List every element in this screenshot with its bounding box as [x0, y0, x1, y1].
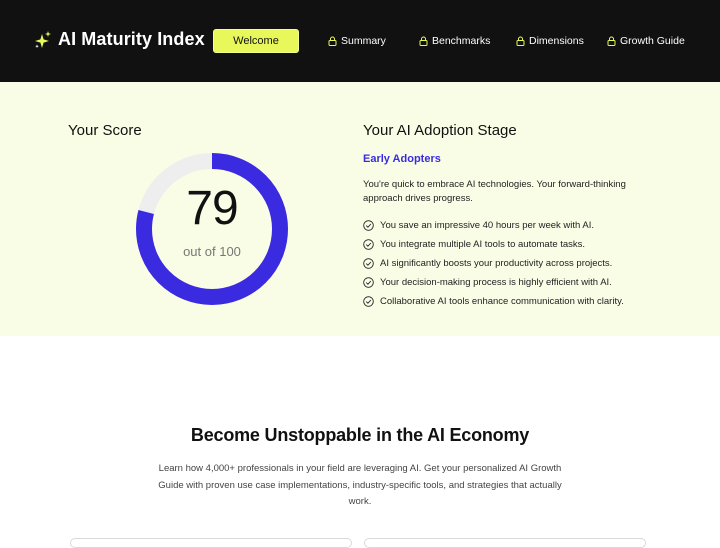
growth-card — [364, 538, 646, 548]
nav-growth-guide[interactable]: Growth Guide — [607, 35, 685, 47]
top-navbar: AI Maturity Index Welcome Summary Benchm… — [0, 0, 720, 82]
lock-icon — [328, 36, 337, 46]
benefit-text: You save an impressive 40 hours per week… — [380, 220, 595, 231]
check-circle-icon — [363, 277, 374, 288]
stage-name: Early Adopters — [363, 153, 441, 165]
score-value: 79 — [186, 182, 238, 235]
benefit-text: Your decision-making process is highly e… — [380, 277, 612, 288]
benefits-list: You save an impressive 40 hours per week… — [363, 216, 624, 311]
benefit-item: Your decision-making process is highly e… — [363, 273, 624, 292]
score-heading: Your Score — [68, 122, 142, 139]
welcome-tab[interactable]: Welcome — [213, 29, 299, 53]
score-caption: out of 100 — [183, 244, 241, 259]
check-circle-icon — [363, 220, 374, 231]
stage-heading: Your AI Adoption Stage — [363, 122, 517, 139]
benefit-text: AI significantly boosts your productivit… — [380, 258, 613, 269]
check-circle-icon — [363, 296, 374, 307]
lock-icon — [516, 36, 525, 46]
benefit-text: You integrate multiple AI tools to autom… — [380, 239, 586, 250]
check-circle-icon — [363, 239, 374, 250]
benefit-item: You save an impressive 40 hours per week… — [363, 216, 624, 235]
benefit-item: AI significantly boosts your productivit… — [363, 254, 624, 273]
stage-description: You're quick to embrace AI technologies.… — [363, 179, 626, 204]
benefit-text: Collaborative AI tools enhance communica… — [380, 296, 624, 307]
cta-title: Become Unstoppable in the AI Economy — [190, 425, 530, 445]
check-circle-icon — [363, 258, 374, 269]
nav-summary[interactable]: Summary — [328, 35, 386, 47]
cta-description: Learn how 4,000+ professionals in your f… — [158, 463, 562, 507]
benefit-item: You integrate multiple AI tools to autom… — [363, 235, 624, 254]
benefit-item: Collaborative AI tools enhance communica… — [363, 292, 624, 311]
nav-growth-guide-label: Growth Guide — [620, 35, 685, 47]
nav-dimensions-label: Dimensions — [529, 35, 584, 47]
nav-benchmarks[interactable]: Benchmarks — [419, 35, 490, 47]
nav-benchmarks-label: Benchmarks — [432, 35, 491, 47]
lock-icon — [607, 36, 616, 46]
score-donut: 79 out of 100 — [134, 151, 290, 307]
nav-dimensions[interactable]: Dimensions — [516, 35, 584, 47]
main-nav: Welcome Summary Benchmarks Dimensions Gr… — [0, 0, 720, 82]
growth-card — [70, 538, 352, 548]
score-section: Your Score 79 out of 100 Your AI Adoptio… — [0, 82, 720, 336]
lock-icon — [419, 36, 428, 46]
nav-summary-label: Summary — [341, 35, 386, 47]
